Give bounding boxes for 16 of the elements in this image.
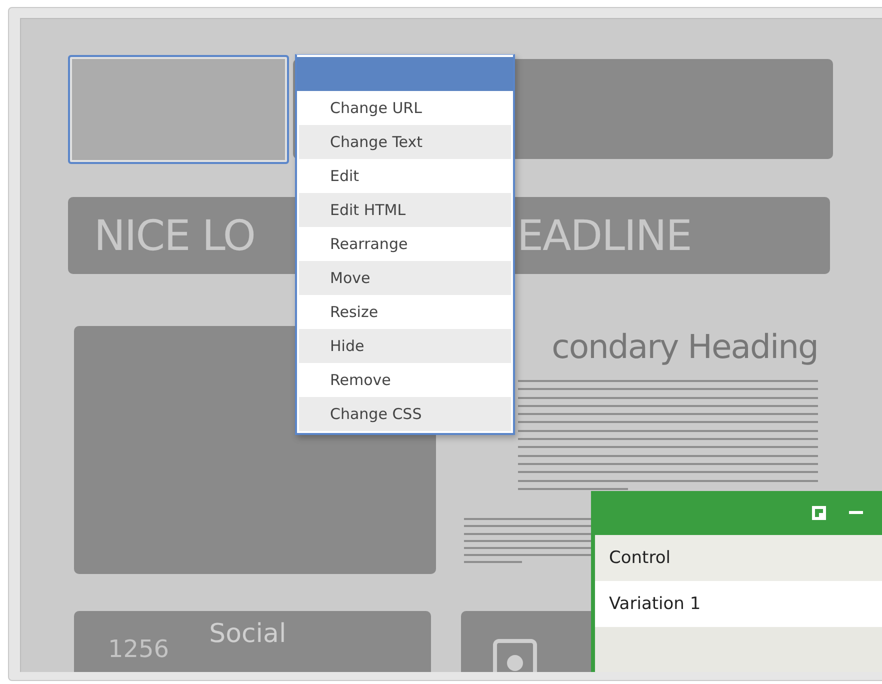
menu-item[interactable]: Change CSS — [299, 397, 511, 431]
minimize-icon[interactable] — [849, 511, 863, 515]
stat-number: 1256 — [108, 635, 170, 663]
variation-row[interactable]: Variation 1 — [595, 581, 882, 627]
restore-icon[interactable] — [811, 505, 827, 521]
stat-label: Social — [209, 619, 286, 649]
selected-block[interactable] — [68, 54, 289, 164]
menu-item[interactable]: Move — [299, 261, 511, 295]
menu-item[interactable]: Change Text — [299, 125, 511, 159]
menu-item[interactable]: Hide — [299, 329, 511, 363]
menu-item[interactable]: Edit HTML — [299, 193, 511, 227]
headline-text: EADLINE — [516, 211, 692, 260]
headline-text: NICE LO — [94, 211, 255, 260]
avatar-icon — [493, 639, 537, 672]
secondary-heading: condary Heading — [550, 326, 818, 368]
variation-row[interactable]: Control — [595, 535, 882, 581]
